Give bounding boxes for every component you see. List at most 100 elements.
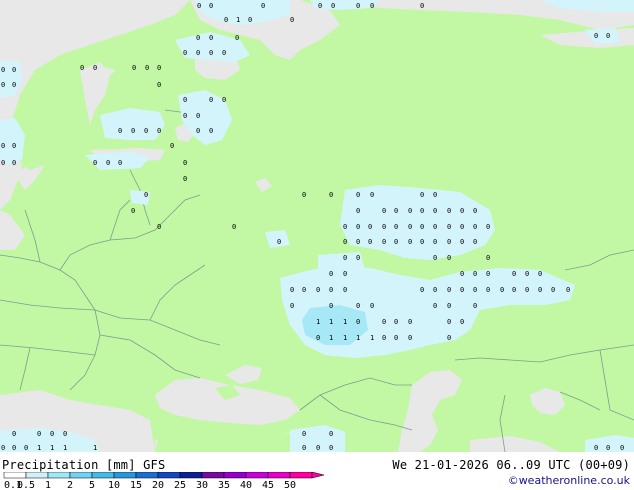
grid-value: 0	[460, 207, 464, 215]
grid-value: 0	[408, 207, 412, 215]
grid-value: 0	[420, 191, 424, 199]
grid-value: 0	[460, 318, 464, 326]
grid-value: 0	[368, 238, 372, 246]
scale-swatch	[91, 472, 115, 479]
grid-value: 0	[382, 207, 386, 215]
scale-swatch	[25, 472, 49, 479]
grid-value: 0	[290, 16, 294, 24]
grid-value: 0	[329, 444, 333, 452]
grid-value: 0	[356, 223, 360, 231]
grid-value: 0	[261, 2, 265, 10]
precipitation-map: 0 00 1 0000 0 0 0 00 00 0 0 00 0 00 0 0 0 0 0 00 0 00 0 00 00 0 0 0…	[0, 0, 634, 452]
grid-value: 0	[408, 334, 412, 342]
scale-label: 50	[284, 480, 296, 490]
grid-value: 0	[433, 302, 437, 310]
grid-value: 0	[447, 207, 451, 215]
footer-bar: Precipitation [mm] GFS We 21-01-2026 06.…	[0, 452, 634, 490]
grid-value: 0	[512, 286, 516, 294]
grid-value: 0	[473, 223, 477, 231]
scale-label: 0.5	[17, 480, 35, 490]
grid-value: 0	[12, 66, 16, 74]
scale-swatch	[201, 472, 225, 479]
grid-value: 0	[1, 444, 5, 452]
grid-value: 0	[512, 270, 516, 278]
grid-value: 0	[447, 238, 451, 246]
grid-value: 0	[343, 238, 347, 246]
grid-value: 0	[447, 223, 451, 231]
grid-value: 0	[486, 286, 490, 294]
grid-value: 0	[144, 191, 148, 199]
grid-value: 0	[209, 34, 213, 42]
grid-value: 0	[356, 238, 360, 246]
scale-label: 10	[108, 480, 120, 490]
grid-value: 0	[525, 270, 529, 278]
grid-value: 0	[12, 159, 16, 167]
grid-value: 0	[433, 191, 437, 199]
grid-value: 0	[302, 430, 306, 438]
grid-value: 1	[316, 318, 320, 326]
grid-value: 0	[157, 127, 161, 135]
grid-value: 0	[157, 81, 161, 89]
grid-value: 0	[486, 223, 490, 231]
scale-swatch	[135, 472, 159, 479]
grid-value: 0	[277, 238, 281, 246]
grid-value: 0	[37, 430, 41, 438]
grid-value: 0	[460, 238, 464, 246]
grid-value: 0	[232, 223, 236, 231]
grid-value: 0	[382, 318, 386, 326]
valid-time: We 21-01-2026 06..09 UTC (00+09)	[392, 458, 630, 472]
grid-value: 1	[343, 318, 347, 326]
scale-swatch	[69, 472, 93, 479]
grid-value: 0	[316, 334, 320, 342]
grid-value: 0	[447, 286, 451, 294]
grid-value: 0	[420, 207, 424, 215]
scale-label: 30	[196, 480, 208, 490]
grid-value: 0	[433, 223, 437, 231]
weather-map-page: 0001000000000000000000000000000000000000…	[0, 0, 634, 490]
grid-value: 0	[302, 191, 306, 199]
grid-value: 0	[106, 159, 110, 167]
grid-value: 0	[620, 444, 624, 452]
grid-value: 0	[209, 96, 213, 104]
grid-value: 0	[394, 223, 398, 231]
grid-value: 0	[420, 223, 424, 231]
grid-value: 0	[209, 49, 213, 57]
grid-value: 0	[196, 127, 200, 135]
scale-label: 2	[67, 480, 73, 490]
grid-value: 0	[183, 175, 187, 183]
grid-value: 1	[93, 444, 97, 452]
grid-value: 0	[145, 64, 149, 72]
grid-value: 0	[157, 223, 161, 231]
grid-value: 0	[329, 286, 333, 294]
grid-value: 0	[382, 334, 386, 342]
grid-value: 0	[329, 302, 333, 310]
model-name: GFS	[143, 458, 166, 472]
scale-label: 25	[174, 480, 186, 490]
grid-value: 0	[356, 191, 360, 199]
grid-value: 0	[486, 270, 490, 278]
grid-value: 0	[343, 286, 347, 294]
grid-value: 0	[433, 238, 437, 246]
grid-value: 0	[473, 270, 477, 278]
grid-value: 0	[1, 66, 5, 74]
grid-value: 0	[486, 254, 490, 262]
grid-value: 0	[473, 286, 477, 294]
grid-value: 0	[394, 238, 398, 246]
credit-text: ©weatheronline.co.uk	[507, 474, 630, 487]
grid-value: 0	[408, 318, 412, 326]
grid-value: 0	[196, 112, 200, 120]
grid-value: 1	[236, 16, 240, 24]
precip-finland-west	[100, 108, 165, 140]
legend-title: Precipitation [mm] GFS	[2, 458, 165, 472]
grid-value: 0	[12, 430, 16, 438]
grid-value: 0	[525, 286, 529, 294]
grid-value: 0	[302, 444, 306, 452]
grid-value: 0	[594, 32, 598, 40]
grid-value: 0	[538, 270, 542, 278]
grid-value: 0	[394, 207, 398, 215]
grid-value: 0	[197, 2, 201, 10]
grid-value: 0	[132, 64, 136, 72]
grid-value: 0	[356, 2, 360, 10]
grid-value: 0	[433, 207, 437, 215]
grid-value: 0	[12, 444, 16, 452]
